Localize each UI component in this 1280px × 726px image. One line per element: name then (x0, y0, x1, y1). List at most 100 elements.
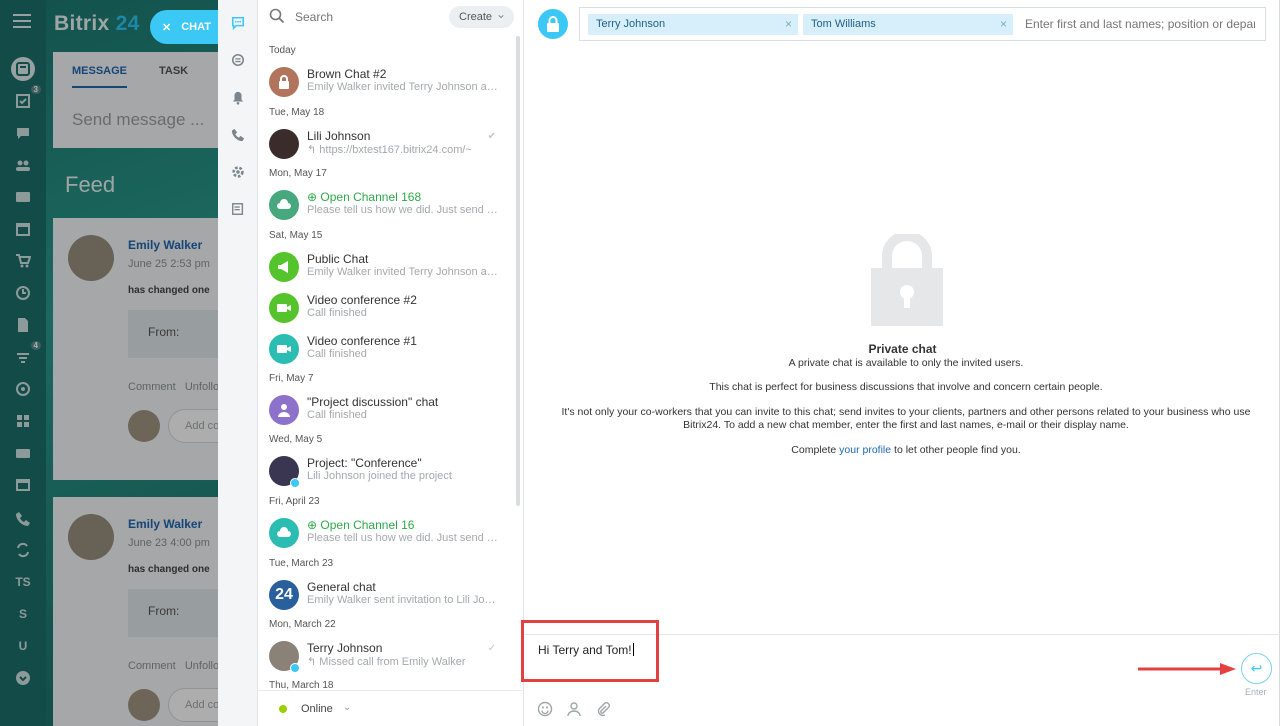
chats-icon[interactable] (229, 14, 247, 32)
open-channel-icon (269, 190, 299, 220)
phone-icon[interactable] (229, 126, 247, 144)
send-button[interactable]: ↩ (1241, 653, 1272, 684)
message-input-area: Hi Terry and Tom! ↩ Enter (521, 620, 1280, 726)
date-header: Mon, May 17 (269, 168, 327, 179)
info-text: It's not only your co-workers that you c… (561, 406, 1251, 431)
remove-member-icon[interactable]: × (785, 17, 792, 31)
chat-item-general-chat[interactable]: 24 General chat Emily Walker sent invita… (258, 576, 516, 616)
chat-item-open-channel-16[interactable]: ⊕ Open Channel 16 Please tell us how we … (258, 514, 516, 554)
chat-name: Video conference #1 (307, 334, 417, 348)
private-chat-title: Private chat (868, 342, 937, 356)
member-tag: Tom Williams × (803, 14, 1013, 35)
date-header: Tue, May 18 (269, 107, 325, 118)
channel-icon: ⊕ (307, 518, 321, 532)
close-icon: ✕ (162, 21, 172, 34)
date-header: Sat, May 15 (269, 230, 323, 241)
chat-item-brown-chat-2[interactable]: Brown Chat #2 Emily Walker invited Terry… (258, 63, 516, 103)
search-bar: Create (258, 0, 524, 36)
date-header: Mon, March 22 (269, 619, 336, 630)
chat-preview: Please tell us how we did. Just send us … (307, 532, 499, 544)
chat-item-video-conference-1[interactable]: Video conference #1 Call finished (258, 330, 516, 370)
search-input[interactable] (295, 10, 435, 24)
chat-preview: Lili Johnson joined the project (307, 470, 452, 482)
bell-icon[interactable] (229, 89, 247, 107)
info-text: A private chat is available to only the … (788, 357, 1024, 369)
chat-button-label: CHAT (181, 21, 211, 33)
annotation-arrow-icon (1138, 663, 1236, 675)
online-dot-icon (279, 705, 287, 713)
date-header: Tue, March 23 (269, 558, 334, 569)
chat-preview: Emily Walker invited Terry Johnson and T… (307, 266, 499, 278)
chat-item-project-conference[interactable]: Project: "Conference" Lili Johnson joine… (258, 452, 516, 492)
profile-link[interactable]: your profile (839, 444, 891, 456)
remove-member-icon[interactable]: × (1000, 17, 1007, 31)
project-badge-icon (290, 478, 300, 488)
lock-icon (871, 234, 943, 326)
date-header: Fri, May 7 (269, 373, 314, 384)
chat-item-video-conference-2[interactable]: Video conference #2 Call finished (258, 289, 516, 329)
read-check-icon: ✓ (487, 643, 496, 654)
date-header: Today (269, 45, 296, 56)
message-textarea[interactable]: Hi Terry and Tom! (538, 643, 634, 657)
reply-icon: ↰ (307, 144, 320, 156)
member-name: Terry Johnson (596, 18, 666, 30)
video-icon (269, 293, 299, 323)
status-label: Online (301, 703, 333, 715)
chat-name: Terry Johnson (307, 641, 383, 655)
private-chat-lock-icon[interactable] (538, 9, 568, 39)
chat-preview: Emily Walker sent invitation to Lili Joh… (307, 594, 499, 606)
paperclip-icon[interactable] (595, 701, 611, 717)
smile-icon[interactable] (537, 701, 553, 717)
chat-preview: ↰ Missed call from Emily Walker (307, 656, 466, 668)
read-check-icon: ✔ (487, 131, 496, 142)
chat-panel: Terry Johnson × Tom Williams × Private c… (521, 0, 1280, 726)
chat-preview: Call finished (307, 348, 367, 360)
video-icon (269, 334, 299, 364)
gear-icon[interactable] (229, 163, 247, 181)
chat-preview: ↰ https://bxtest167.bitrix24.com/~ (307, 144, 472, 156)
chat-preview: Please tell us how we did. Just send us … (307, 204, 499, 216)
chat-item-project-discussion[interactable]: "Project discussion" chat Call finished (258, 391, 516, 431)
messenger-nav (218, 0, 258, 726)
scrollbar[interactable] (516, 36, 520, 506)
chevron-down-icon: ⌄ (343, 702, 352, 713)
chat-name: Public Chat (307, 252, 369, 266)
user-icon (269, 395, 299, 425)
info-text: Complete your profile to let other peopl… (791, 444, 1021, 456)
send-hint: Enter (1245, 687, 1267, 697)
member-picker: Terry Johnson × Tom Williams × (579, 7, 1266, 41)
chat-name: ⊕ Open Channel 16 (307, 518, 415, 532)
notes-icon[interactable] (229, 200, 247, 218)
chat-item-lili-johnson[interactable]: Lili Johnson ↰ https://bxtest167.bitrix2… (258, 125, 516, 165)
channel-icon: ⊕ (307, 190, 321, 204)
lock-icon (269, 67, 299, 97)
chat-preview: Call finished (307, 409, 367, 421)
chat-item-open-channel-168[interactable]: ⊕ Open Channel 168 Please tell us how we… (258, 186, 516, 226)
date-header: Fri, April 23 (269, 496, 320, 507)
member-tag: Terry Johnson × (588, 14, 798, 35)
chat-name: General chat (307, 580, 376, 594)
date-header: Wed, May 5 (269, 434, 323, 445)
user-mention-icon[interactable] (566, 701, 582, 717)
user-avatar (269, 129, 299, 159)
missed-call-icon: ↰ (307, 656, 320, 668)
chat-name: Brown Chat #2 (307, 67, 387, 81)
chat-name: ⊕ Open Channel 168 (307, 190, 422, 204)
bitrix24-icon: 24 (269, 580, 299, 610)
create-button[interactable]: Create (449, 6, 514, 28)
chat-name: Lili Johnson (307, 129, 371, 143)
search-icon (269, 8, 285, 24)
chat-item-public-chat[interactable]: Public Chat Emily Walker invited Terry J… (258, 248, 516, 288)
member-name: Tom Williams (811, 18, 876, 30)
chat-name: Video conference #2 (307, 293, 417, 307)
status-badge-icon (290, 663, 300, 673)
member-search-input[interactable] (1025, 17, 1255, 31)
chat-preview: Call finished (307, 307, 367, 319)
open-lines-icon[interactable] (229, 51, 247, 69)
open-channel-icon (269, 518, 299, 548)
chat-item-terry-johnson[interactable]: Terry Johnson ↰ Missed call from Emily W… (258, 637, 516, 677)
online-status-selector[interactable]: Online ⌄ (258, 690, 524, 726)
info-text: This chat is perfect for business discus… (709, 381, 1103, 393)
megaphone-icon (269, 252, 299, 282)
chat-name: "Project discussion" chat (307, 395, 439, 409)
